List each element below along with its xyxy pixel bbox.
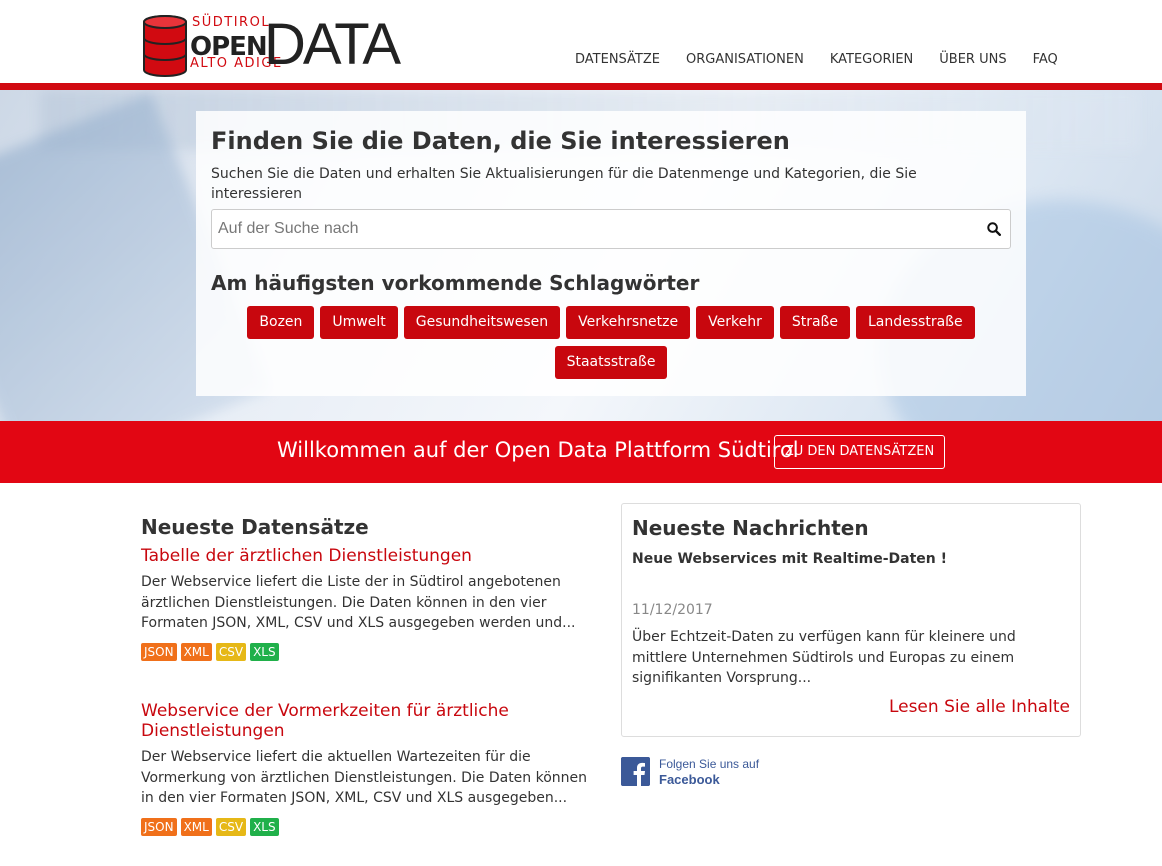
nav-kategorien[interactable]: KATEGORIEN bbox=[830, 52, 913, 67]
to-datasets-button[interactable]: ZU DEN DATENSÄTZEN bbox=[774, 435, 945, 469]
tag-list: Bozen Umwelt Gesundheitswesen Verkehrsne… bbox=[236, 306, 986, 379]
main-nav: DATENSÄTZE ORGANISATIONEN KATEGORIEN ÜBE… bbox=[575, 52, 1084, 67]
format-badge-xml[interactable]: XML bbox=[180, 642, 212, 661]
facebook-follow-link[interactable]: Folgen Sie uns auf Facebook bbox=[621, 757, 821, 789]
site-logo[interactable]: SÜDTIROL OPEN ALTO ADIGE DATA bbox=[142, 14, 401, 78]
news-headline[interactable]: Neue Webservices mit Realtime-Daten ! bbox=[632, 551, 947, 567]
tag-gesundheitswesen[interactable]: Gesundheitswesen bbox=[403, 306, 561, 339]
search-input[interactable] bbox=[212, 210, 972, 248]
latest-datasets-title: Neueste Datensätze bbox=[141, 515, 369, 539]
hero-subtitle: Suchen Sie die Daten und erhalten Sie Ak… bbox=[211, 166, 917, 202]
header-divider bbox=[0, 83, 1162, 90]
format-badge-xml[interactable]: XML bbox=[180, 817, 212, 836]
nav-ueber-uns[interactable]: ÜBER UNS bbox=[939, 52, 1006, 67]
format-badge-xls[interactable]: XLS bbox=[250, 817, 279, 836]
latest-news-title: Neueste Nachrichten bbox=[632, 516, 869, 540]
tag-staatsstrasse[interactable]: Staatsstraße bbox=[554, 346, 668, 379]
nav-organisationen[interactable]: ORGANISATIONEN bbox=[686, 52, 804, 67]
search-box bbox=[211, 209, 1011, 249]
tag-strasse[interactable]: Straße bbox=[779, 306, 850, 339]
dataset-title[interactable]: Webservice der Vormerkzeiten für ärztlic… bbox=[141, 701, 541, 741]
facebook-icon bbox=[621, 757, 650, 786]
facebook-name-text: Facebook bbox=[659, 772, 720, 787]
nav-faq[interactable]: FAQ bbox=[1033, 52, 1058, 67]
dataset-description: Der Webservice liefert die aktuellen War… bbox=[141, 749, 588, 806]
read-all-link[interactable]: Lesen Sie alle Inhalte bbox=[889, 697, 1070, 717]
hero-banner: Finden Sie die Daten, die Sie interessie… bbox=[0, 90, 1162, 421]
news-date: 11/12/2017 bbox=[632, 602, 713, 618]
format-badge-json[interactable]: JSON bbox=[141, 642, 177, 661]
nav-datensaetze[interactable]: DATENSÄTZE bbox=[575, 52, 660, 67]
format-badge-csv[interactable]: CSV bbox=[215, 817, 247, 836]
search-panel: Finden Sie die Daten, die Sie interessie… bbox=[196, 111, 1026, 396]
tag-landesstrasse[interactable]: Landesstraße bbox=[855, 306, 975, 339]
logo-data-text: DATA bbox=[264, 12, 401, 77]
welcome-text: Willkommen auf der Open Data Plattform S… bbox=[277, 438, 799, 462]
dataset-formats: JSON XML CSV XLS bbox=[141, 817, 601, 836]
tags-title: Am häufigsten vorkommende Schlagwörter bbox=[211, 271, 700, 295]
hero-title: Finden Sie die Daten, die Sie interessie… bbox=[211, 127, 790, 155]
dataset-item: Webservice der Vormerkzeiten für ärztlic… bbox=[141, 701, 601, 836]
search-icon[interactable] bbox=[987, 222, 1001, 236]
latest-news-panel: Neueste Nachrichten Neue Webservices mit… bbox=[621, 503, 1081, 737]
tag-umwelt[interactable]: Umwelt bbox=[320, 306, 398, 339]
facebook-follow-text: Folgen Sie uns auf bbox=[659, 757, 760, 771]
dataset-title[interactable]: Tabelle der ärztlichen Dienstleistungen bbox=[141, 546, 472, 566]
format-badge-json[interactable]: JSON bbox=[141, 817, 177, 836]
format-badge-csv[interactable]: CSV bbox=[215, 642, 247, 661]
logo-top-text: SÜDTIROL bbox=[192, 15, 271, 30]
tag-verkehrsnetze[interactable]: Verkehrsnetze bbox=[566, 306, 691, 339]
welcome-banner: Willkommen auf der Open Data Plattform S… bbox=[0, 421, 1162, 483]
news-body: Über Echtzeit-Daten zu verfügen kann für… bbox=[632, 629, 1016, 686]
dataset-item: Tabelle der ärztlichen Dienstleistungen … bbox=[141, 546, 601, 661]
tag-bozen[interactable]: Bozen bbox=[247, 306, 315, 339]
dataset-description: Der Webservice liefert die Liste der in … bbox=[141, 574, 576, 631]
database-stack-icon bbox=[143, 15, 187, 77]
format-badge-xls[interactable]: XLS bbox=[250, 642, 279, 661]
site-header: SÜDTIROL OPEN ALTO ADIGE DATA DATENSÄTZE… bbox=[0, 0, 1162, 84]
tag-verkehr[interactable]: Verkehr bbox=[696, 306, 774, 339]
dataset-formats: JSON XML CSV XLS bbox=[141, 642, 601, 661]
